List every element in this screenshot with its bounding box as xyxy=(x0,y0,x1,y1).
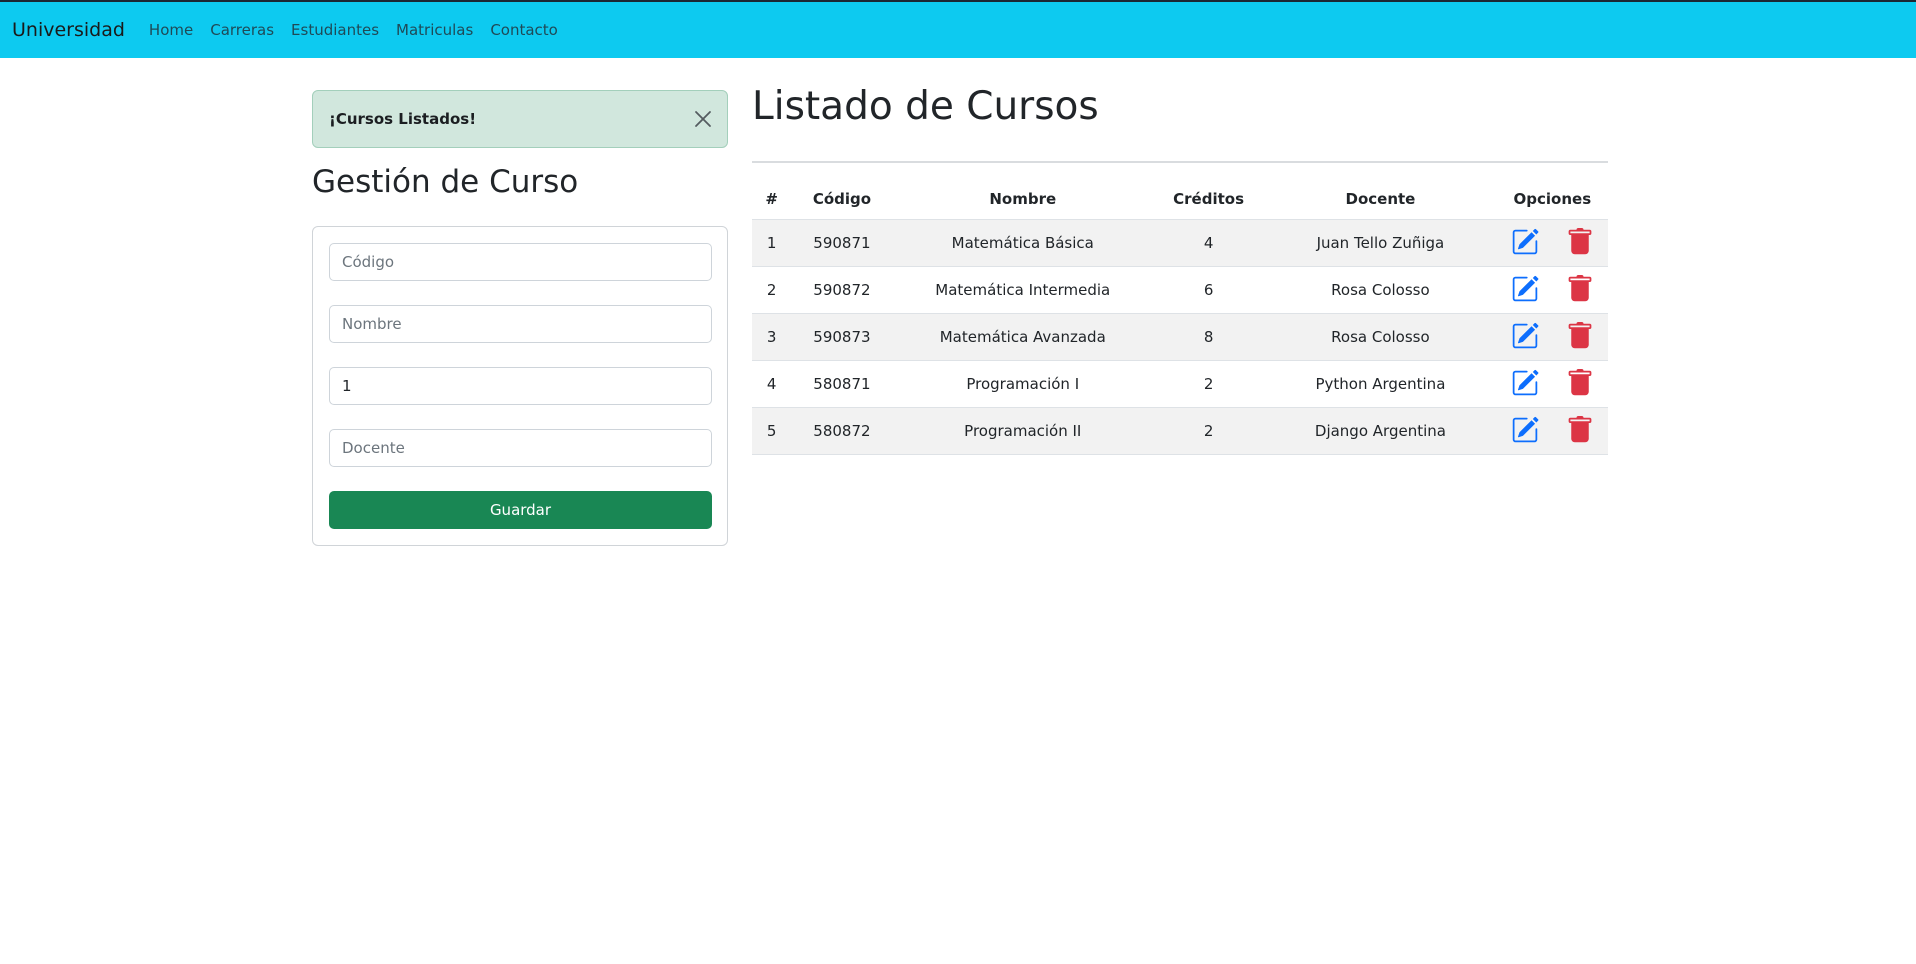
row-creditos: 2 xyxy=(1153,407,1265,455)
edit-cell xyxy=(1496,313,1553,361)
table-row: 4 580871 Programación I 2 Python Argentina xyxy=(752,360,1608,408)
navbar-brand[interactable]: Universidad xyxy=(12,19,125,41)
row-creditos: 2 xyxy=(1153,360,1265,408)
nav-link-carreras[interactable]: Carreras xyxy=(210,21,274,39)
header-creditos: Créditos xyxy=(1153,180,1265,220)
save-button[interactable]: Guardar xyxy=(329,491,712,529)
pencil-square-icon[interactable] xyxy=(1510,275,1540,305)
row-docente: Python Argentina xyxy=(1264,360,1497,408)
row-num: 2 xyxy=(752,266,792,314)
row-nombre: Programación II xyxy=(892,407,1154,455)
row-docente: Rosa Colosso xyxy=(1264,313,1497,361)
delete-cell xyxy=(1552,219,1608,267)
nav-link-contacto[interactable]: Contacto xyxy=(490,21,558,39)
row-nombre: Matemática Avanzada xyxy=(892,313,1154,361)
edit-cell xyxy=(1496,407,1553,455)
row-codigo: 580872 xyxy=(791,407,893,455)
table-row: 5 580872 Programación II 2 Django Argentina xyxy=(752,407,1608,455)
row-nombre: Programación I xyxy=(892,360,1154,408)
row-num: 4 xyxy=(752,360,792,408)
row-docente: Juan Tello Zuñiga xyxy=(1264,219,1497,267)
header-nombre: Nombre xyxy=(892,180,1154,220)
row-num: 5 xyxy=(752,407,792,455)
edit-cell xyxy=(1496,266,1553,314)
nav-link-estudiantes[interactable]: Estudiantes xyxy=(291,21,379,39)
success-alert: ¡Cursos Listados! xyxy=(312,90,728,148)
row-num: 1 xyxy=(752,219,792,267)
list-title: Listado de Cursos xyxy=(752,84,1099,129)
trash-icon[interactable] xyxy=(1565,227,1595,258)
course-form: Guardar xyxy=(312,226,728,546)
pencil-square-icon[interactable] xyxy=(1510,322,1540,352)
row-creditos: 8 xyxy=(1153,313,1265,361)
header-opciones: Opciones xyxy=(1496,180,1608,220)
nav-link-home[interactable]: Home xyxy=(149,21,193,39)
edit-cell xyxy=(1496,219,1553,267)
title-divider xyxy=(752,161,1608,163)
row-nombre: Matemática Básica xyxy=(892,219,1154,267)
trash-icon[interactable] xyxy=(1565,415,1595,446)
form-title: Gestión de Curso xyxy=(312,164,579,200)
creditos-input[interactable] xyxy=(329,367,712,405)
row-codigo: 590871 xyxy=(791,219,893,267)
nombre-input[interactable] xyxy=(329,305,712,343)
close-icon[interactable] xyxy=(693,109,713,129)
row-num: 3 xyxy=(752,313,792,361)
codigo-input[interactable] xyxy=(329,243,712,281)
row-docente: Django Argentina xyxy=(1264,407,1497,455)
alert-message: ¡Cursos Listados! xyxy=(329,110,477,128)
row-codigo: 590872 xyxy=(791,266,893,314)
row-creditos: 6 xyxy=(1153,266,1265,314)
table-header-row: # Código Nombre Créditos Docente Opcione… xyxy=(752,180,1608,220)
row-codigo: 590873 xyxy=(791,313,893,361)
docente-input[interactable] xyxy=(329,429,712,467)
delete-cell xyxy=(1552,266,1608,314)
trash-icon[interactable] xyxy=(1565,274,1595,305)
row-nombre: Matemática Intermedia xyxy=(892,266,1154,314)
header-docente: Docente xyxy=(1264,180,1497,220)
trash-icon[interactable] xyxy=(1565,321,1595,352)
pencil-square-icon[interactable] xyxy=(1510,416,1540,446)
row-codigo: 580871 xyxy=(791,360,893,408)
trash-icon[interactable] xyxy=(1565,368,1595,399)
header-codigo: Código xyxy=(791,180,893,220)
table-row: 3 590873 Matemática Avanzada 8 Rosa Colosso xyxy=(752,313,1608,361)
delete-cell xyxy=(1552,313,1608,361)
table-row: 2 590872 Matemática Intermedia 6 Rosa Coloss… xyxy=(752,266,1608,314)
pencil-square-icon[interactable] xyxy=(1510,228,1540,258)
pencil-square-icon[interactable] xyxy=(1510,369,1540,399)
row-creditos: 4 xyxy=(1153,219,1265,267)
row-docente: Rosa Colosso xyxy=(1264,266,1497,314)
delete-cell xyxy=(1552,360,1608,408)
delete-cell xyxy=(1552,407,1608,455)
nav-link-matriculas[interactable]: Matriculas xyxy=(396,21,473,39)
edit-cell xyxy=(1496,360,1553,408)
table-row: 1 590871 Matemática Básica 4 Juan Tello Zuñi… xyxy=(752,219,1608,267)
header-num: # xyxy=(752,180,792,220)
courses-table: # Código Nombre Créditos Docente Opcione… xyxy=(752,180,1608,455)
navbar: Universidad Home Carreras Estudiantes Ma… xyxy=(0,2,1916,58)
